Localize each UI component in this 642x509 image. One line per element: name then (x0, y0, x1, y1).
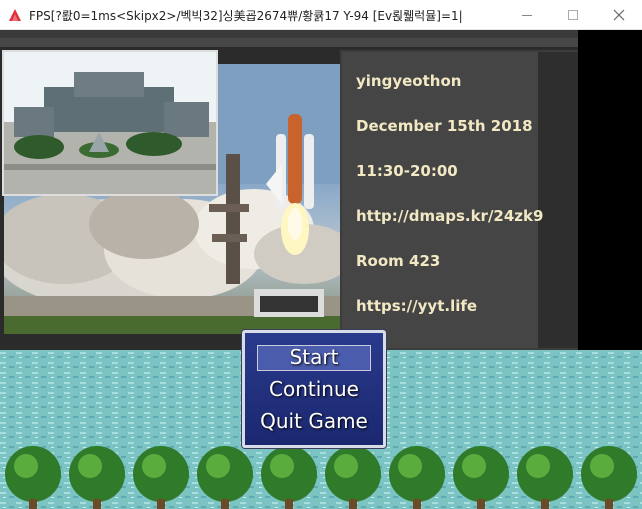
minimize-button[interactable] (504, 0, 550, 30)
window-titlebar[interactable]: FPS[?뢊0=1ms<Skipx2>/벡빅32]싱美굡2674쀼/황큙17 Y… (0, 0, 642, 30)
event-website: https://yyt.life (356, 297, 478, 315)
window-title: FPS[?뢊0=1ms<Skipx2>/벡빅32]싱美굡2674쀼/황큙17 Y… (29, 9, 463, 23)
event-room: Room 423 (356, 252, 441, 270)
event-date: December 15th 2018 (356, 117, 533, 135)
building-illustration (4, 52, 216, 194)
close-button[interactable] (596, 0, 642, 30)
game-canvas[interactable]: yingyeothon December 15th 2018 11:30-20:… (0, 30, 642, 509)
maximize-button[interactable] (550, 0, 596, 30)
event-name: yingyeothon (356, 72, 462, 90)
app-icon (9, 9, 21, 21)
minimize-icon (522, 14, 532, 16)
menu-quit-game[interactable]: Quit Game (245, 409, 383, 433)
tree-row-illustration (5, 446, 637, 509)
maximize-icon (568, 10, 578, 20)
title-screen-picture: yingyeothon December 15th 2018 11:30-20:… (0, 30, 578, 352)
editor-outliner (538, 52, 578, 348)
close-icon (613, 9, 625, 21)
title-command-window: Start Continue Quit Game (242, 330, 386, 448)
event-time: 11:30-20:00 (356, 162, 458, 180)
menu-start[interactable]: Start (245, 345, 383, 369)
event-map-link: http://dmaps.kr/24zk9 (356, 207, 544, 225)
tree-row (0, 444, 642, 509)
desktop-toolbar (0, 30, 578, 38)
building-photo (2, 50, 218, 196)
event-info-panel: yingyeothon December 15th 2018 11:30-20:… (342, 52, 543, 348)
menu-continue[interactable]: Continue (245, 377, 383, 401)
desktop-toolbar-secondary (0, 38, 578, 47)
